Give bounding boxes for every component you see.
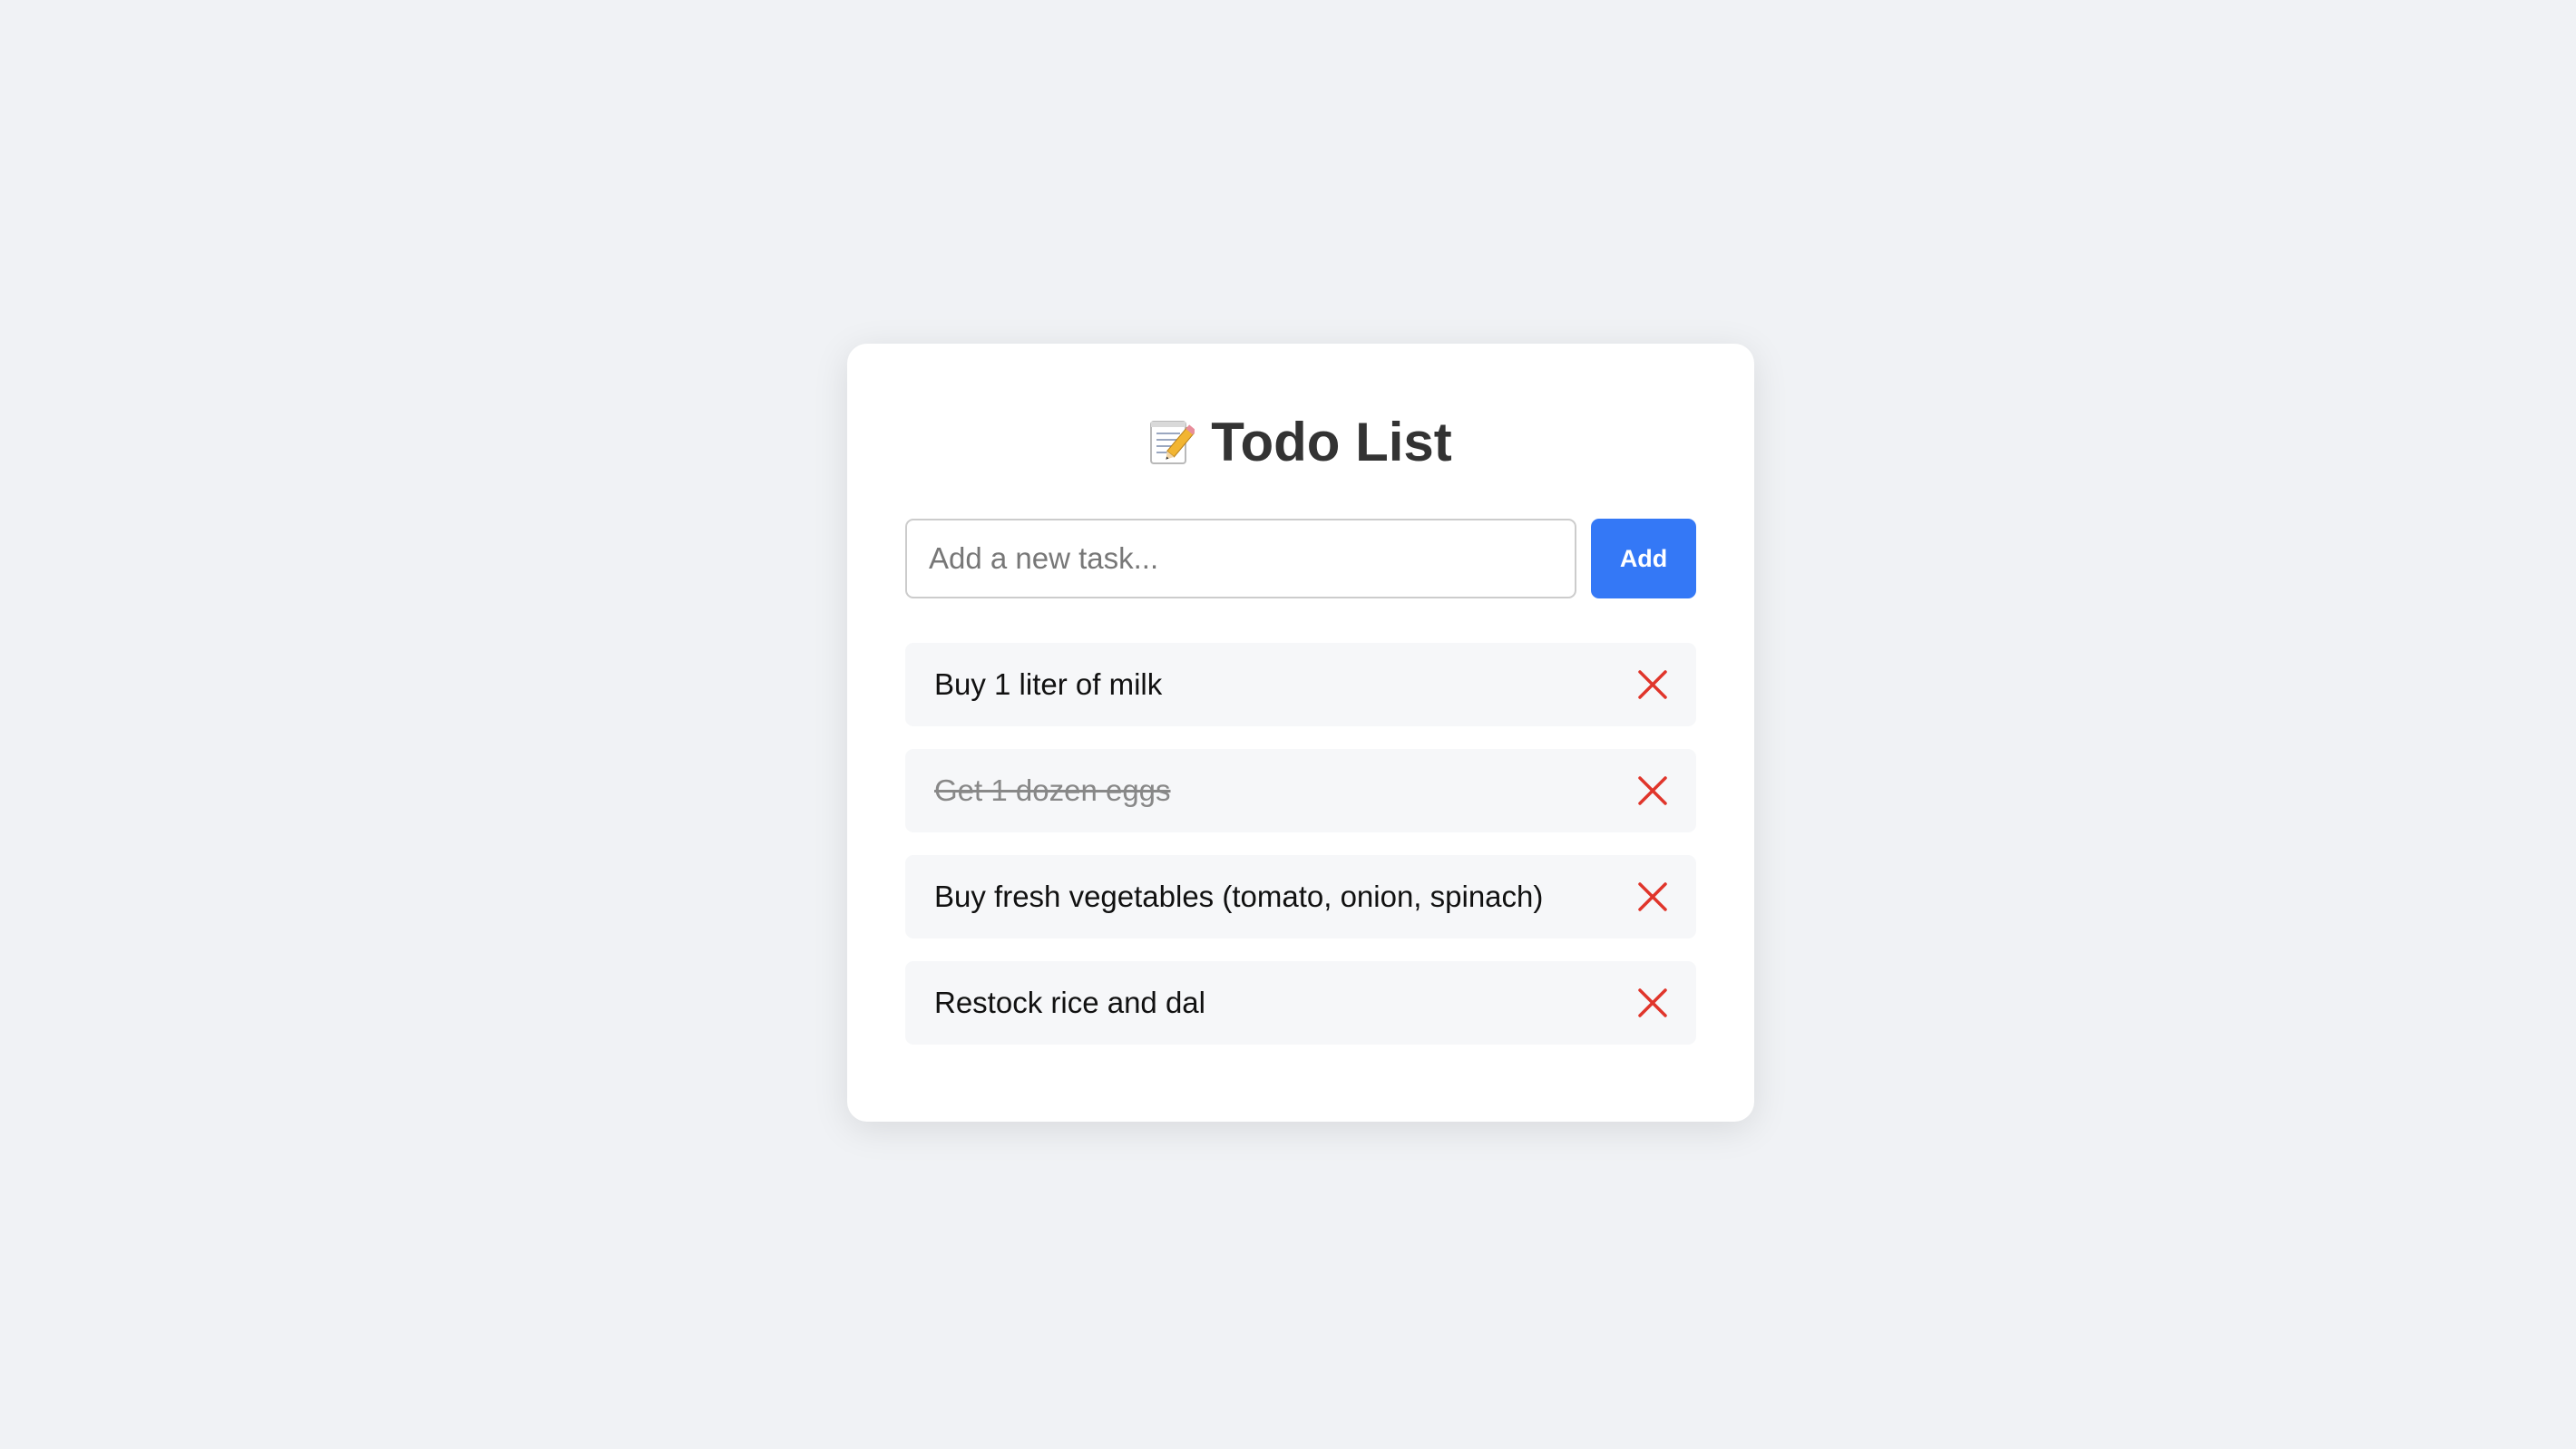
add-button[interactable]: Add [1591, 519, 1696, 598]
delete-task-button[interactable] [1634, 666, 1671, 703]
page-title: Todo List [905, 344, 1696, 481]
task-list: Buy 1 liter of milk Get 1 dozen eggs Buy… [905, 643, 1696, 1045]
delete-task-button[interactable] [1634, 773, 1671, 809]
task-item: Buy 1 liter of milk [905, 643, 1696, 726]
close-icon [1638, 776, 1667, 805]
task-text[interactable]: Buy fresh vegetables (tomato, onion, spi… [934, 880, 1543, 914]
task-item: Buy fresh vegetables (tomato, onion, spi… [905, 855, 1696, 938]
task-item: Get 1 dozen eggs [905, 749, 1696, 832]
task-text[interactable]: Buy 1 liter of milk [934, 667, 1162, 702]
close-icon [1638, 988, 1667, 1017]
page-title-text: Todo List [1211, 411, 1452, 472]
new-task-input[interactable] [905, 519, 1577, 598]
todo-card: Todo List Add Buy 1 liter of milk Get 1 … [847, 344, 1754, 1122]
delete-task-button[interactable] [1634, 879, 1671, 915]
task-text[interactable]: Get 1 dozen eggs [934, 773, 1171, 808]
close-icon [1638, 670, 1667, 699]
delete-task-button[interactable] [1634, 985, 1671, 1021]
close-icon [1638, 882, 1667, 911]
task-text[interactable]: Restock rice and dal [934, 986, 1205, 1020]
add-task-row: Add [905, 518, 1696, 599]
memo-pencil-icon [1149, 418, 1195, 465]
task-item: Restock rice and dal [905, 961, 1696, 1045]
